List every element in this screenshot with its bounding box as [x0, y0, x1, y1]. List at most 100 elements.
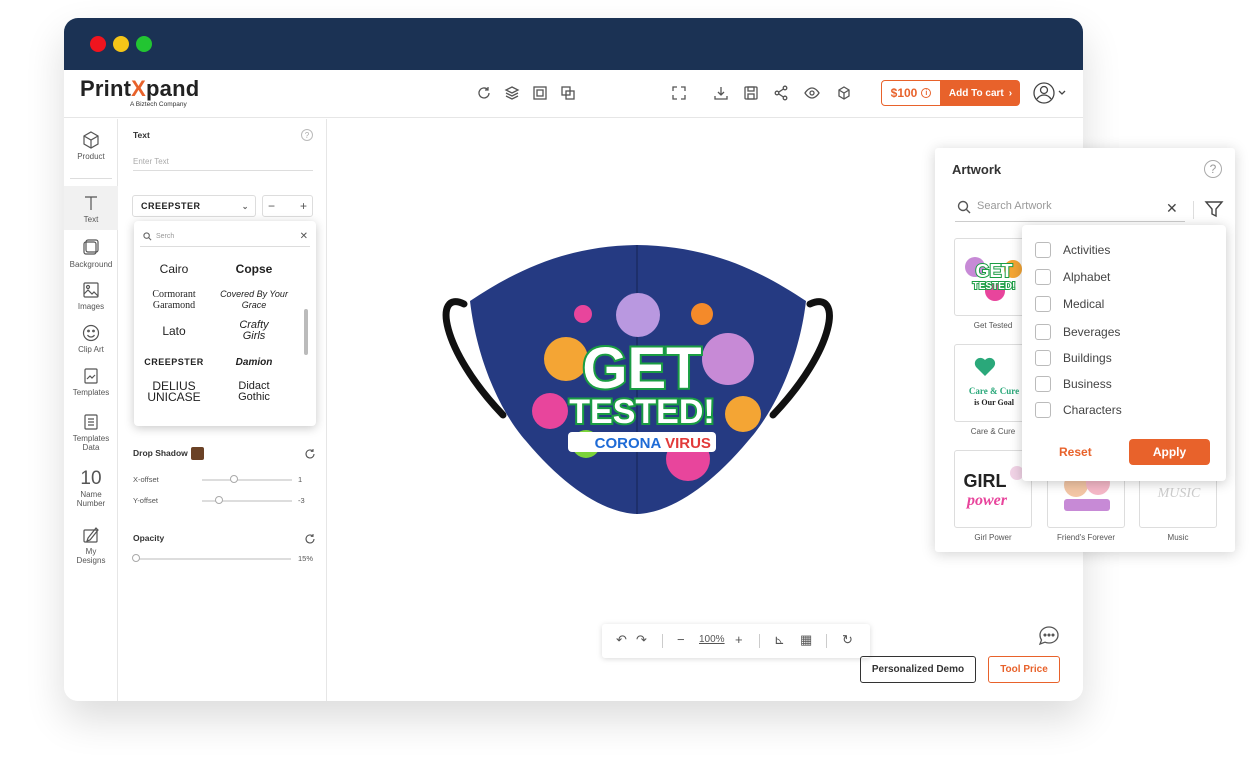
- font-option[interactable]: Didact Gothic: [229, 381, 279, 403]
- tool-price-button[interactable]: Tool Price: [988, 656, 1060, 683]
- virus-graphic: [574, 305, 592, 323]
- filter-option-label: Activities: [1063, 243, 1111, 257]
- font-option[interactable]: Cormorant Garamond: [134, 289, 214, 311]
- rotate-icon[interactable]: ↻: [842, 632, 853, 648]
- undo-icon[interactable]: ↶: [616, 632, 627, 648]
- checkbox[interactable]: [1035, 402, 1051, 418]
- grid-icon[interactable]: ▦: [800, 632, 812, 648]
- clear-search-icon[interactable]: ✕: [1166, 200, 1178, 217]
- opacity-handle[interactable]: [132, 554, 140, 562]
- nav-my-designs[interactable]: My Designs: [64, 526, 118, 570]
- font-option[interactable]: Crafty Girls: [234, 320, 274, 342]
- nav-label: Templates Data: [72, 434, 110, 452]
- checkbox[interactable]: [1035, 350, 1051, 366]
- close-icon[interactable]: ✕: [300, 231, 308, 242]
- zoom-level[interactable]: 100%: [699, 634, 725, 645]
- virus-graphic: [691, 303, 713, 325]
- filter-reset-button[interactable]: Reset: [1059, 445, 1092, 459]
- font-option[interactable]: Lato: [134, 325, 214, 337]
- nav-text[interactable]: Text: [64, 186, 118, 230]
- checkbox[interactable]: [1035, 376, 1051, 392]
- nav-clip-art[interactable]: Clip Art: [64, 324, 118, 360]
- artwork-thumb-girl-power[interactable]: GIRL power: [954, 450, 1032, 528]
- thumb-text: TESTED!: [973, 281, 1016, 292]
- redo-icon[interactable]: ↷: [636, 632, 647, 648]
- save-icon[interactable]: [742, 84, 760, 102]
- x-offset-slider[interactable]: [202, 479, 292, 481]
- checkbox[interactable]: [1035, 324, 1051, 340]
- nav-background[interactable]: Background: [64, 239, 118, 275]
- artwork-label: Girl Power: [974, 533, 1012, 542]
- chat-icon[interactable]: [1038, 625, 1060, 647]
- add-layer-icon[interactable]: [531, 84, 549, 102]
- font-option[interactable]: Covered By Your Grace: [214, 289, 294, 311]
- artwork-search-input[interactable]: Search Artwork: [955, 196, 1185, 222]
- nav-label: Text: [83, 215, 99, 224]
- divider: [826, 634, 827, 648]
- maximize-window-button[interactable]: [136, 36, 152, 52]
- artwork-thumb-get-tested[interactable]: GET TESTED!: [954, 238, 1032, 316]
- layers-icon[interactable]: [503, 84, 521, 102]
- share-icon[interactable]: [772, 84, 790, 102]
- user-icon[interactable]: [1033, 81, 1067, 105]
- checkbox[interactable]: [1035, 269, 1051, 285]
- nav-images[interactable]: Images: [64, 281, 118, 317]
- help-icon[interactable]: ?: [301, 129, 313, 141]
- plus-icon[interactable]: +: [300, 199, 307, 213]
- filter-option-characters[interactable]: Characters: [1035, 401, 1122, 419]
- fullscreen-icon[interactable]: [670, 84, 688, 102]
- font-size-stepper[interactable]: − +: [262, 195, 313, 217]
- filter-option-beverages[interactable]: Beverages: [1035, 323, 1120, 341]
- cube-icon: [83, 131, 99, 149]
- nav-templates-data[interactable]: Templates Data: [64, 413, 118, 457]
- filter-apply-button[interactable]: Apply: [1129, 439, 1210, 465]
- nav-name-number[interactable]: 10 Name Number: [64, 469, 118, 513]
- ruler-icon[interactable]: ⊾: [774, 632, 785, 648]
- checkbox[interactable]: [1035, 242, 1051, 258]
- personalized-demo-button[interactable]: Personalized Demo: [860, 656, 976, 683]
- font-family-select[interactable]: CREEPSTER ⌄: [132, 195, 256, 217]
- filter-option-buildings[interactable]: Buildings: [1035, 349, 1112, 367]
- font-option[interactable]: CREEPSTER: [134, 357, 214, 368]
- reset-icon[interactable]: [304, 533, 316, 545]
- mask-text-virus: VIRUS: [665, 435, 711, 452]
- font-option[interactable]: Copse: [214, 263, 294, 275]
- mask-text-line1: GET: [582, 336, 701, 401]
- close-window-button[interactable]: [90, 36, 106, 52]
- chevron-right-icon: ›: [1008, 87, 1013, 99]
- checkbox[interactable]: [1035, 296, 1051, 312]
- font-search-input[interactable]: Serch: [140, 229, 310, 247]
- zoom-in-icon[interactable]: +: [735, 632, 743, 647]
- artwork-thumb-care-cure[interactable]: Care & Cure is Our Goal: [954, 344, 1032, 422]
- font-search-placeholder: Serch: [156, 233, 175, 240]
- 3d-icon[interactable]: [835, 84, 853, 102]
- minus-icon[interactable]: −: [268, 199, 275, 213]
- font-list-scrollbar[interactable]: [304, 309, 308, 355]
- duplicate-icon[interactable]: [559, 84, 577, 102]
- filter-option-medical[interactable]: Medical: [1035, 295, 1104, 313]
- price-button[interactable]: $100 i: [881, 80, 941, 106]
- opacity-slider[interactable]: [135, 558, 291, 560]
- zoom-out-icon[interactable]: −: [677, 632, 685, 647]
- filter-option-alphabet[interactable]: Alphabet: [1035, 268, 1110, 286]
- font-option[interactable]: Damion: [214, 357, 294, 368]
- virus-graphic: [725, 396, 761, 432]
- nav-product[interactable]: Product: [64, 131, 118, 181]
- filter-icon[interactable]: [1204, 199, 1224, 219]
- minimize-window-button[interactable]: [113, 36, 129, 52]
- add-to-cart-button[interactable]: Add To cart ›: [941, 80, 1020, 106]
- reset-icon[interactable]: [475, 84, 493, 102]
- font-option[interactable]: DELIUS UNICASE: [144, 380, 204, 403]
- drop-shadow-color-swatch[interactable]: [191, 447, 204, 460]
- font-option[interactable]: Cairo: [134, 263, 214, 275]
- x-offset-handle[interactable]: [230, 475, 238, 483]
- reset-icon[interactable]: [304, 448, 316, 460]
- text-input[interactable]: Enter Text: [133, 153, 313, 171]
- download-icon[interactable]: [712, 84, 730, 102]
- nav-templates[interactable]: Templates: [64, 367, 118, 403]
- y-offset-handle[interactable]: [215, 496, 223, 504]
- filter-option-business[interactable]: Business: [1035, 375, 1112, 393]
- filter-option-activities[interactable]: Activities: [1035, 241, 1110, 259]
- help-icon[interactable]: ?: [1204, 160, 1222, 178]
- preview-icon[interactable]: [803, 84, 821, 102]
